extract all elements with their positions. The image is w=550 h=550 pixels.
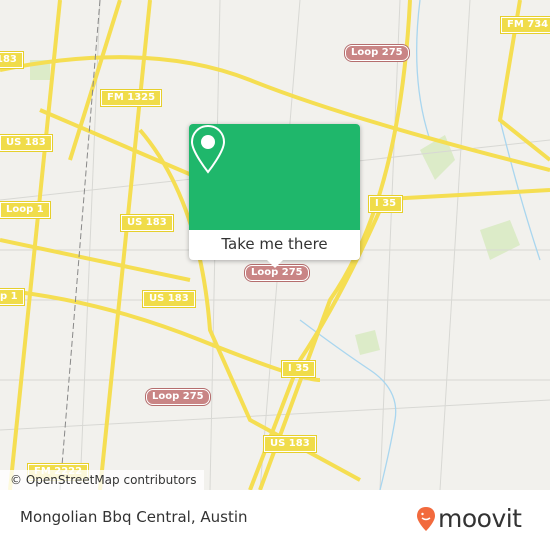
road-shield: Loop 275 [145,388,211,406]
map-pin-icon [190,124,226,174]
road-shield: US 183 [142,290,196,308]
road-shield: Loop 1 [0,201,51,219]
road-shield: I 35 [280,360,317,378]
road-shield: FM 1325 [99,89,163,107]
popup-tail [267,260,283,268]
place-name: Mongolian Bbq Central, Austin [20,508,248,526]
take-me-there-button[interactable]: Take me there [189,230,360,260]
location-popup[interactable]: Take me there [189,124,360,268]
road-shield: p 1 [0,288,25,306]
road-shield: US 183 [0,134,53,152]
road-shield: I 35 [367,195,404,213]
railway [59,0,101,490]
road-shield: 183 [0,51,24,69]
map[interactable]: FM 734 Loop 275 183 FM 1325 US 183 Loop … [0,0,550,490]
map-attribution[interactable]: © OpenStreetMap contributors [0,470,205,490]
road-shield: US 183 [263,435,317,453]
road-shield: Loop 275 [344,44,410,62]
moovit-logo[interactable]: moovit [416,505,522,533]
road-shield: US 183 [120,214,174,232]
footer: Mongolian Bbq Central, Austin moovit [0,490,550,550]
road-shield: FM 734 [499,16,550,34]
brand-name: moovit [438,504,522,533]
moovit-pin-icon [417,507,435,531]
